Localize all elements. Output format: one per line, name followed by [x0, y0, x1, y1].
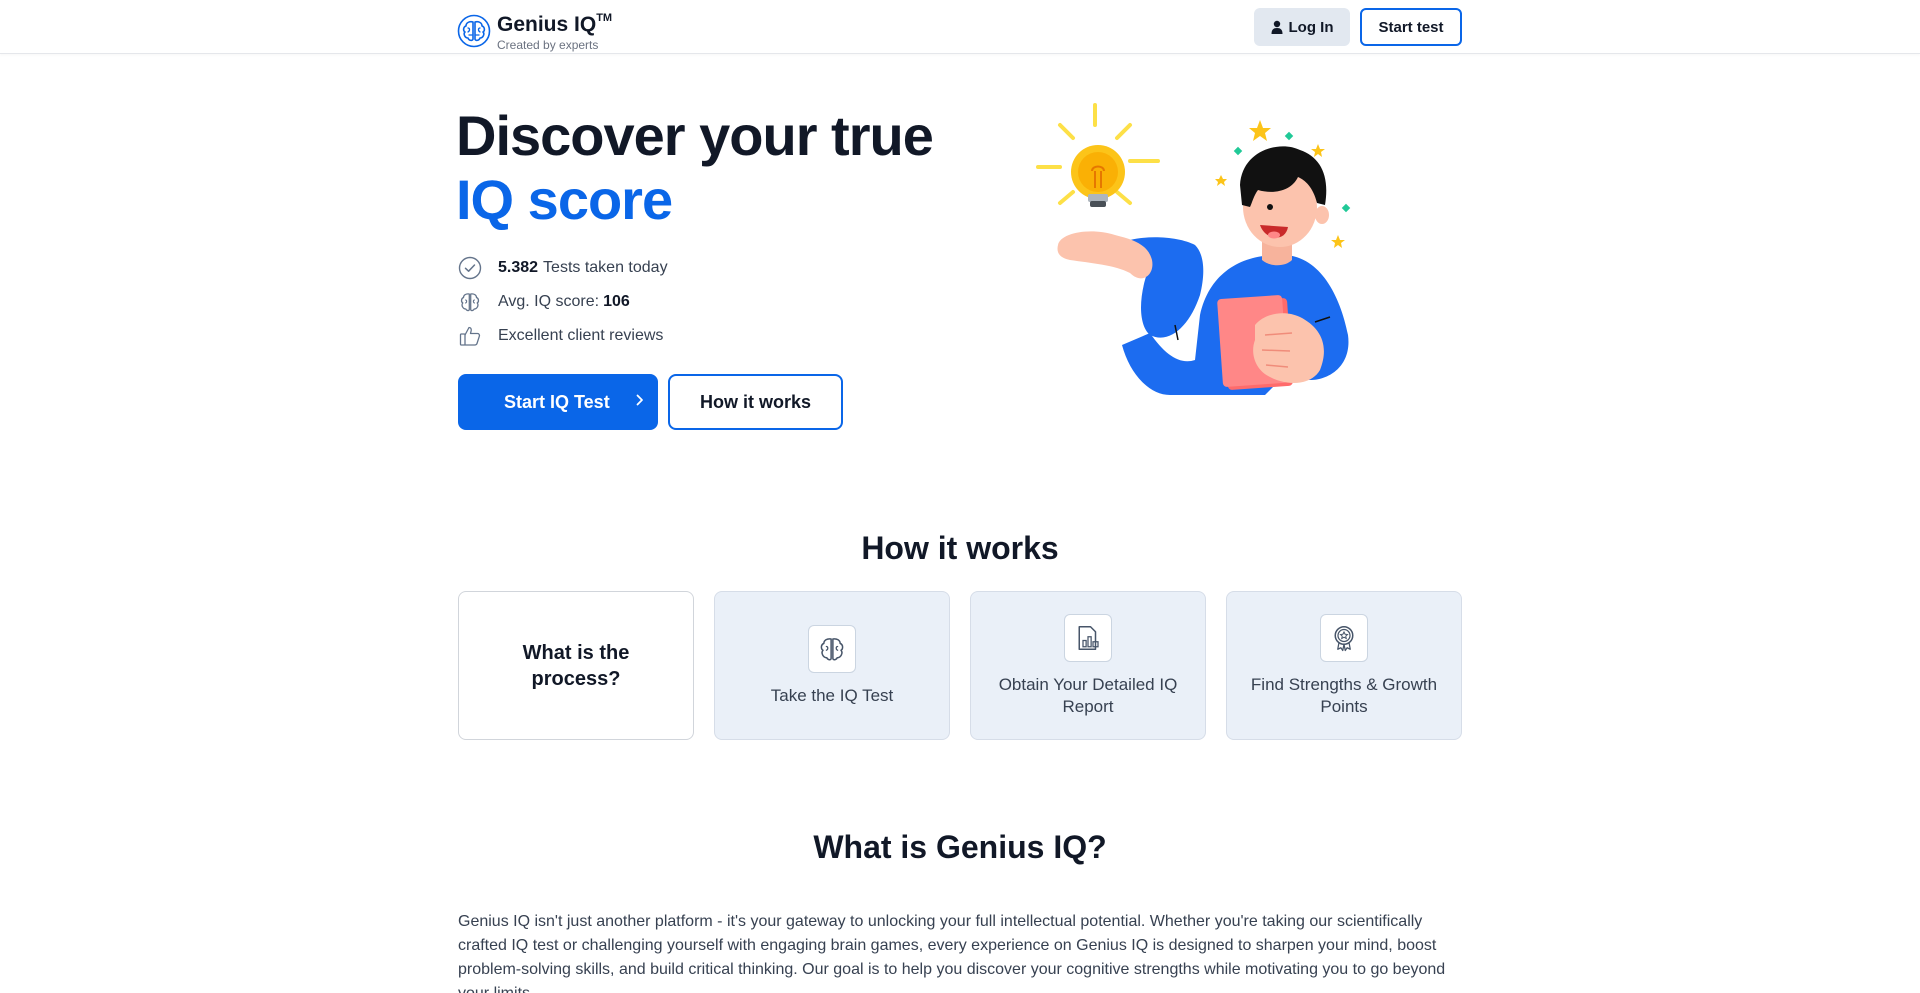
reviews-label: Excellent client reviews — [498, 327, 664, 344]
brain-icon — [808, 624, 856, 673]
what-is-title: What is Genius IQ? — [813, 829, 1107, 865]
brand-logo[interactable]: Genius IQTM Created by experts — [457, 9, 612, 52]
user-icon — [1271, 20, 1282, 34]
avg-value: 106 — [603, 293, 630, 310]
process-intro-card: What is the process? — [458, 591, 694, 740]
tests-label: Tests taken today — [543, 259, 668, 276]
site-header: Genius IQTM Created by experts Log In St… — [0, 0, 1920, 54]
step-card-take-test[interactable]: Take the IQ Test — [714, 591, 950, 740]
login-label: Log In — [1288, 18, 1334, 36]
process-intro-title: What is the process? — [522, 641, 630, 690]
tests-count: 5.382 — [498, 259, 539, 276]
stat-avg-iq: Avg. IQ score: 106 — [458, 285, 668, 319]
avg-label: Avg. IQ score: — [498, 293, 600, 310]
report-chart-icon — [1064, 613, 1112, 662]
hero-title-line1: Discover your true — [456, 104, 934, 167]
award-badge-icon — [1320, 613, 1368, 662]
chevron-right-icon — [636, 393, 644, 411]
thumbs-up-icon — [458, 324, 482, 348]
trademark-mark: TM — [596, 12, 613, 24]
step-card-strengths[interactable]: Find Strengths & Growth Points — [1226, 591, 1462, 740]
step-label: Obtain Your Detailed IQ Report — [998, 674, 1178, 716]
step-card-report[interactable]: Obtain Your Detailed IQ Report — [970, 591, 1206, 740]
brain-icon — [458, 290, 482, 314]
step-label: Find Strengths & Growth Points — [1250, 674, 1438, 716]
how-it-works-button[interactable]: How it works — [668, 374, 843, 430]
header-start-test-button[interactable]: Start test — [1360, 8, 1462, 46]
hero-title-line2: IQ score — [456, 168, 673, 231]
step-label: Take the IQ Test — [770, 685, 894, 705]
login-button[interactable]: Log In — [1254, 8, 1350, 46]
hero-stats: 5.382 Tests taken today Avg. IQ score: 1… — [458, 251, 668, 353]
brain-logo-icon — [457, 14, 491, 47]
start-iq-test-label: Start IQ Test — [504, 391, 610, 412]
lightbulb-icon — [1071, 145, 1125, 207]
brand-tagline: Created by experts — [497, 38, 599, 52]
stat-reviews: Excellent client reviews — [458, 319, 668, 353]
thinking-person-illustration — [1036, 103, 1351, 395]
how-it-works-title: How it works — [861, 530, 1059, 566]
hero-title: Discover your true IQ score — [456, 104, 934, 232]
about-paragraph: Genius IQ isn't just another platform - … — [458, 913, 1446, 993]
person-hand — [1057, 231, 1153, 279]
start-iq-test-button[interactable]: Start IQ Test — [458, 374, 658, 430]
brand-name: Genius IQTM — [497, 12, 613, 36]
stat-tests-taken: 5.382 Tests taken today — [458, 251, 668, 285]
person-head — [1240, 146, 1329, 247]
check-circle-icon — [458, 256, 482, 280]
